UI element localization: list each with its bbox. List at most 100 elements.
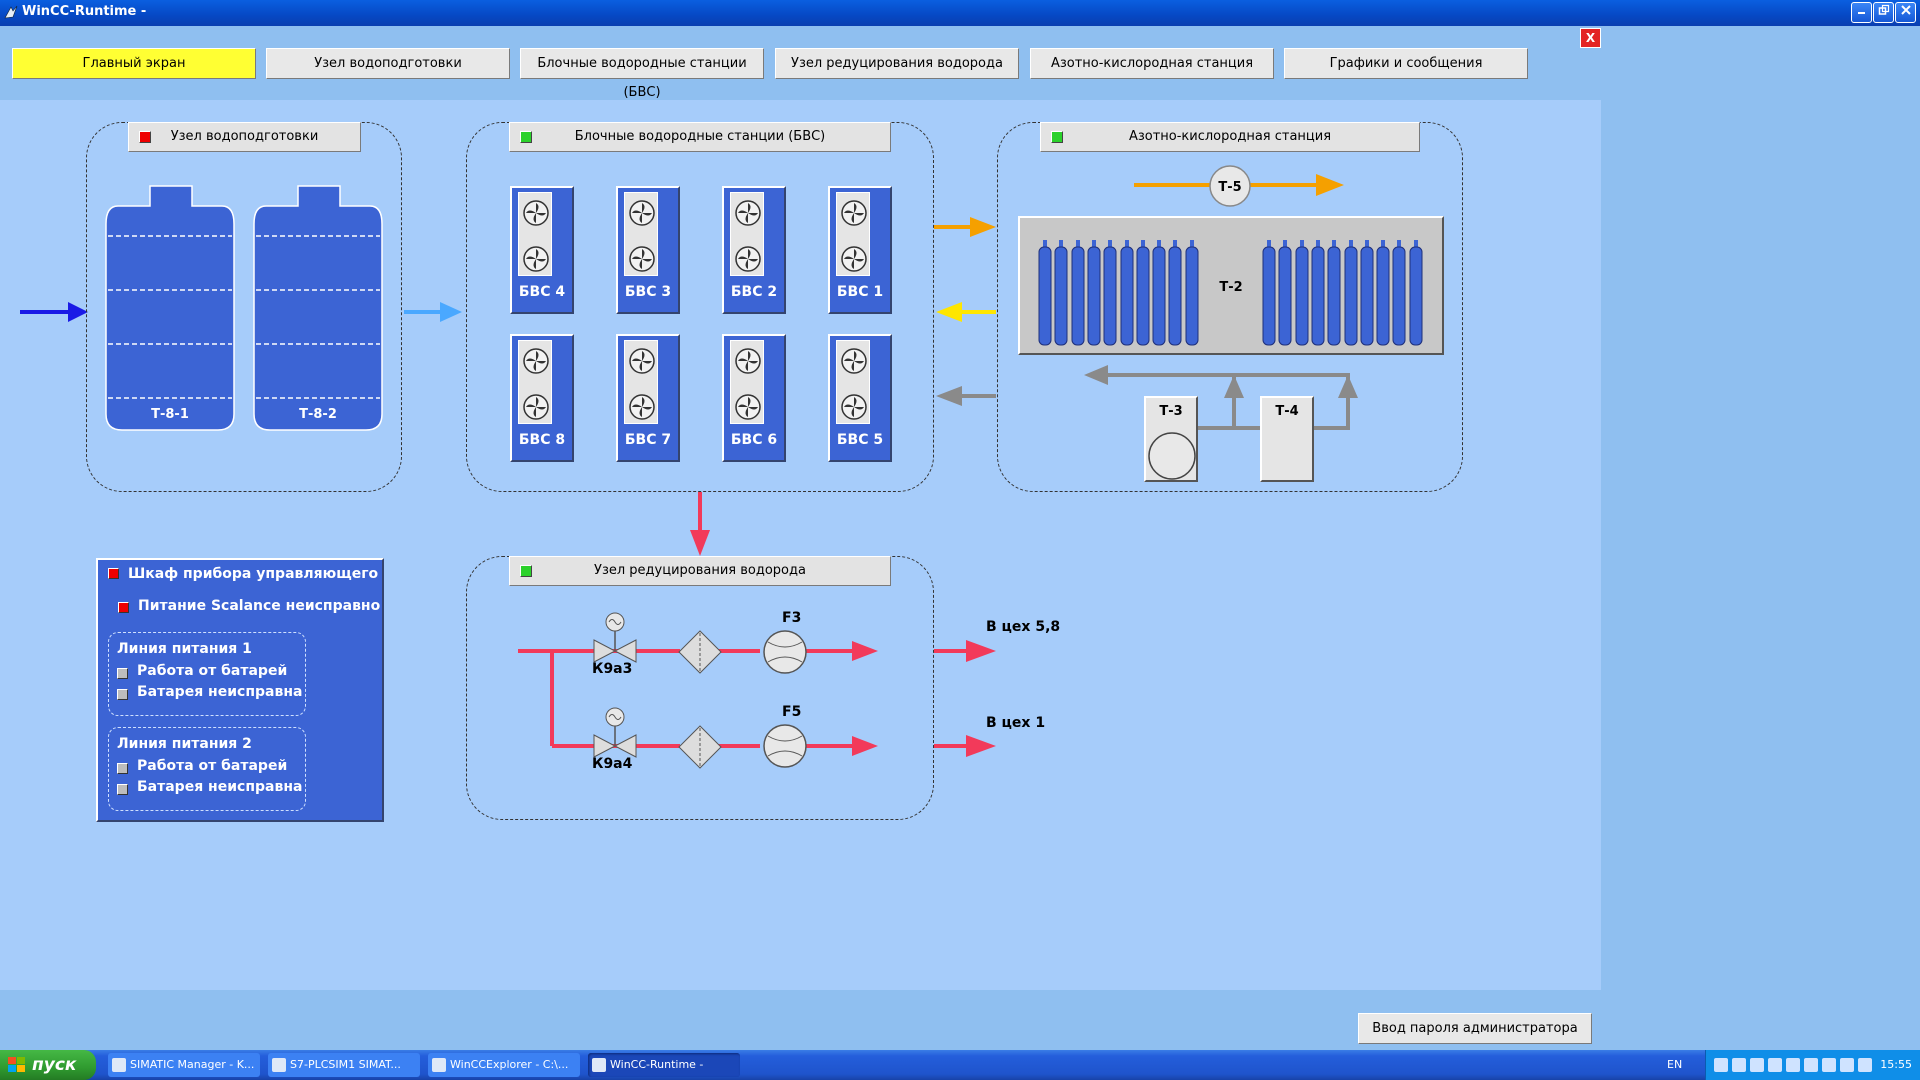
water-treatment-header[interactable]: Узел водоподготовки (128, 122, 361, 152)
tray-security-icon[interactable] (1786, 1058, 1800, 1072)
tray-network-icon[interactable] (1714, 1058, 1728, 1072)
fan-icon (735, 348, 761, 374)
task-wincc-explorer[interactable]: WinCCExplorer - C:\... (428, 1053, 580, 1077)
t2-cylinder-rack[interactable]: Т-2 (1018, 216, 1444, 355)
tray-plug-icon[interactable] (1822, 1058, 1836, 1072)
valve-k9a3[interactable] (592, 612, 638, 664)
line1-battery-work-text: Работа от батарей (137, 663, 288, 679)
task-simatic-manager[interactable]: SIMATIC Manager - K... (108, 1053, 260, 1077)
fan-icon (523, 200, 549, 226)
simatic-icon (112, 1058, 126, 1072)
plcsim-icon (272, 1058, 286, 1072)
t5-sensor[interactable]: Т-5 (1208, 164, 1252, 208)
tray-keyboard-icon[interactable] (1768, 1058, 1782, 1072)
line2-battery-fault-led (117, 784, 128, 795)
fan-housing (730, 192, 764, 276)
fan-icon (841, 200, 867, 226)
oxygen-arrow (934, 217, 996, 237)
task-wincc-runtime[interactable]: WinCC-Runtime - (588, 1053, 740, 1077)
line2-battery-fault-text: Батарея неисправна (137, 779, 303, 795)
tank-t8-1[interactable] (104, 184, 236, 432)
scalance-status-led (118, 602, 129, 613)
fan-icon (841, 348, 867, 374)
fan-icon (629, 246, 655, 272)
power-line-1-group: Линия питания 1 Работа от батарей Батаре… (108, 632, 306, 716)
filter-1-icon (678, 630, 722, 674)
tray-shield-icon[interactable] (1804, 1058, 1818, 1072)
hydrogen-reduction-title: Узел редуцирования водорода (594, 563, 806, 578)
tray-link-icon[interactable] (1840, 1058, 1854, 1072)
tank-t8-2[interactable] (252, 184, 384, 432)
tray-monitor-icon[interactable] (1732, 1058, 1746, 1072)
admin-password-button[interactable]: Ввод пароля администратора (1358, 1013, 1592, 1044)
bvs-unit[interactable]: БВС 7 (616, 334, 680, 462)
bvs-unit-label: БВС 7 (624, 432, 672, 448)
flowmeter-f3[interactable] (762, 630, 808, 674)
gas-cylinder-icon (1087, 240, 1101, 346)
bvs-unit[interactable]: БВС 5 (828, 334, 892, 462)
nitrogen-oxygen-status-led (1051, 131, 1063, 143)
gas-cylinder-icon (1038, 240, 1052, 346)
control-cabinet-panel[interactable]: Шкаф прибора управляющего Питание Scalan… (96, 558, 384, 822)
hydrogen-reduction-header[interactable]: Узел редуцирования водорода (509, 556, 891, 586)
bvs-header[interactable]: Блочные водородные станции (БВС) (509, 122, 891, 152)
fan-icon (629, 394, 655, 420)
bvs-unit[interactable]: БВС 4 (510, 186, 574, 314)
valve-k9a4-label: К9а4 (592, 756, 633, 772)
start-label: пуск (32, 1055, 77, 1075)
system-tray: 15:55 (1705, 1050, 1920, 1080)
task-label: S7-PLCSIM1 SIMAT... (290, 1058, 401, 1071)
power-line-1-title: Линия питания 1 (117, 641, 252, 657)
fan-icon (735, 246, 761, 272)
flowmeter-f5[interactable] (762, 724, 808, 768)
fan-housing (836, 192, 870, 276)
gas-cylinder-icon (1185, 240, 1199, 346)
t4-unit[interactable]: Т-4 (1260, 396, 1314, 482)
bvs-unit[interactable]: БВС 1 (828, 186, 892, 314)
bvs-to-reduction-arrow (690, 492, 710, 556)
flowmeter-f3-label: F3 (782, 610, 802, 626)
taskbar: пуск SIMATIC Manager - K... S7-PLCSIM1 S… (0, 1050, 1920, 1080)
start-button[interactable]: пуск (0, 1050, 96, 1080)
wincc-runtime-icon (592, 1058, 606, 1072)
t3-compressor[interactable]: Т-3 (1144, 396, 1198, 482)
bvs-unit[interactable]: БВС 6 (722, 334, 786, 462)
fan-housing (518, 192, 552, 276)
outlet-arrow-1 (966, 640, 996, 662)
gray-return-arrow (936, 386, 996, 406)
task-label: WinCC-Runtime - (610, 1058, 704, 1071)
bvs-unit[interactable]: БВС 2 (722, 186, 786, 314)
hydrogen-reduction-group (466, 556, 934, 820)
tray-display-icon[interactable] (1750, 1058, 1764, 1072)
gas-cylinder-icon (1295, 240, 1309, 346)
tray-volume-icon[interactable] (1858, 1058, 1872, 1072)
t4-label: Т-4 (1275, 404, 1299, 419)
water-treatment-title: Узел водоподготовки (170, 129, 319, 144)
task-label: WinCCExplorer - C:\... (450, 1058, 569, 1071)
t5-label: Т-5 (1218, 180, 1241, 195)
bvs-unit[interactable]: БВС 8 (510, 334, 574, 462)
gas-cylinder-icon (1054, 240, 1068, 346)
gas-cylinder-icon (1152, 240, 1166, 346)
water-to-bvs-arrow (404, 302, 462, 322)
flowmeter-f5-label: F5 (782, 704, 802, 720)
task-plcsim[interactable]: S7-PLCSIM1 SIMAT... (268, 1053, 420, 1077)
language-indicator[interactable]: EN (1667, 1058, 1682, 1071)
wincc-explorer-icon (432, 1058, 446, 1072)
line1-battery-fault-led (117, 689, 128, 700)
line2-battery-work-led (117, 763, 128, 774)
gas-cylinder-icon (1376, 240, 1390, 346)
fan-icon (629, 200, 655, 226)
fan-icon (841, 246, 867, 272)
nitrogen-oxygen-header[interactable]: Азотно-кислородная станция (1040, 122, 1420, 152)
power-line-2-group: Линия питания 2 Работа от батарей Батаре… (108, 727, 306, 811)
power-line-2-title: Линия питания 2 (117, 736, 252, 752)
fan-icon (629, 348, 655, 374)
bvs-unit-label: БВС 2 (730, 284, 778, 300)
gas-cylinder-icon (1311, 240, 1325, 346)
valve-k9a4[interactable] (592, 707, 638, 759)
fan-icon (523, 394, 549, 420)
gas-cylinder-icon (1327, 240, 1341, 346)
bvs-unit[interactable]: БВС 3 (616, 186, 680, 314)
valve-k9a3-label: К9а3 (592, 661, 633, 677)
